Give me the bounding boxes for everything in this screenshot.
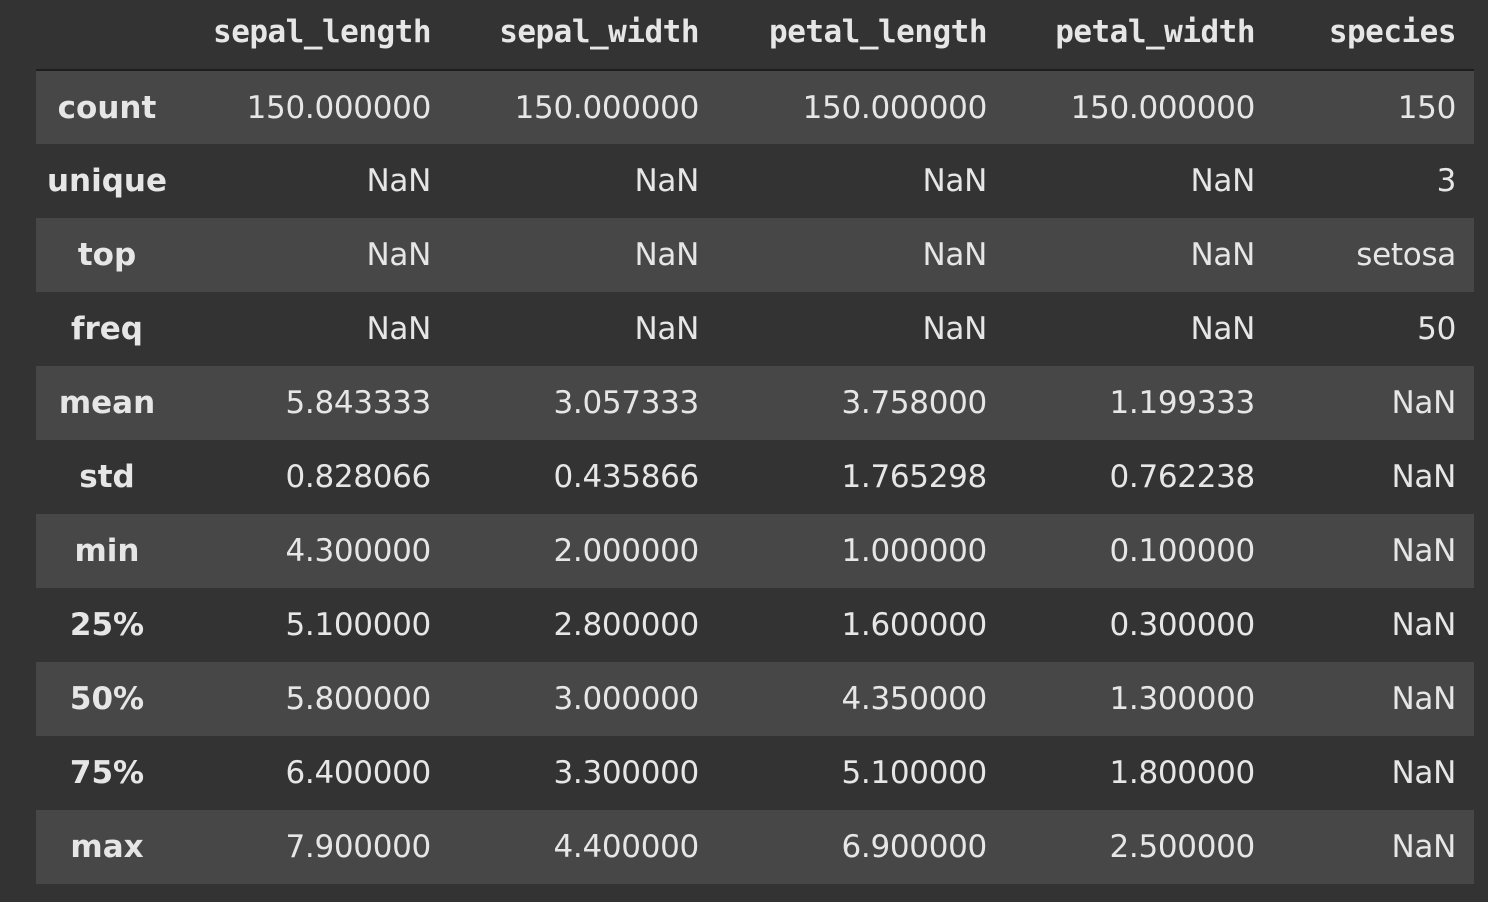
table-cell: NaN xyxy=(634,237,700,273)
table-cell: 5.100000 xyxy=(841,755,987,791)
column-header: petal_width xyxy=(1005,0,1273,71)
row-index-label: top xyxy=(77,237,137,273)
table-cell: 2.800000 xyxy=(553,607,699,643)
column-header: species xyxy=(1273,0,1474,71)
column-header: petal_length xyxy=(717,0,1005,71)
table-cell: 0.100000 xyxy=(1109,533,1255,569)
table-cell: NaN xyxy=(634,163,700,199)
table-cell: NaN xyxy=(922,311,988,347)
table-cell: 1.800000 xyxy=(1109,755,1255,791)
table-row: top NaN NaN NaN NaN setosa xyxy=(36,218,1474,292)
table-cell: NaN xyxy=(1391,829,1457,865)
column-header: sepal_length xyxy=(178,0,449,71)
row-index-label: 25% xyxy=(69,607,145,643)
table-cell: NaN xyxy=(1391,459,1457,495)
table-cell: NaN xyxy=(1391,533,1457,569)
table-cell: 5.843333 xyxy=(285,385,431,421)
table-cell: NaN xyxy=(1190,237,1256,273)
table-cell: 150.000000 xyxy=(514,89,700,126)
table-cell: 2.500000 xyxy=(1109,829,1255,865)
table-header: sepal_length sepal_width petal_length pe… xyxy=(36,0,1474,71)
table-cell: NaN xyxy=(922,237,988,273)
table-cell: NaN xyxy=(634,311,700,347)
table-cell: NaN xyxy=(922,163,988,199)
table-cell: NaN xyxy=(1391,755,1457,791)
table-cell: 4.350000 xyxy=(841,681,987,717)
row-index-label: std xyxy=(79,459,135,495)
table-cell: 3.758000 xyxy=(841,385,987,421)
table-cell: NaN xyxy=(366,311,432,347)
table-body: count 150.000000 150.000000 150.000000 150.0… xyxy=(36,70,1474,884)
index-header-cell xyxy=(36,0,178,71)
table-cell: 3 xyxy=(1436,163,1457,199)
table-cell: NaN xyxy=(1391,385,1457,421)
table-cell: 1.600000 xyxy=(841,607,987,643)
table-cell: 0.435866 xyxy=(553,459,699,495)
table-cell: 150.000000 xyxy=(1070,89,1256,126)
dataframe-describe-table: sepal_length sepal_width petal_length pe… xyxy=(36,0,1474,884)
notebook-output-area: sepal_length sepal_width petal_length pe… xyxy=(0,0,1488,902)
table-cell: 3.300000 xyxy=(553,755,699,791)
table-cell: 6.900000 xyxy=(841,829,987,865)
table-cell: 1.199333 xyxy=(1109,385,1255,421)
table-cell: NaN xyxy=(366,163,432,199)
table-cell: 3.057333 xyxy=(553,385,699,421)
table-cell: 4.300000 xyxy=(285,533,431,569)
table-cell: 7.900000 xyxy=(285,829,431,865)
table-cell: setosa xyxy=(1356,237,1456,273)
row-index-label: mean xyxy=(58,385,156,421)
table-cell: 150.000000 xyxy=(802,89,988,126)
table-cell: 2.000000 xyxy=(553,533,699,569)
table-row: unique NaN NaN NaN NaN 3 xyxy=(36,144,1474,218)
table-cell: 5.100000 xyxy=(285,607,431,643)
table-row: min 4.300000 2.000000 1.000000 0.100000 NaN xyxy=(36,514,1474,588)
table-cell: 50 xyxy=(1417,311,1456,347)
table-row: 25% 5.100000 2.800000 1.600000 0.300000 NaN xyxy=(36,588,1474,662)
table-cell: NaN xyxy=(366,237,432,273)
column-header: sepal_width xyxy=(449,0,717,71)
table-cell: 0.828066 xyxy=(285,459,431,495)
table-cell: 0.300000 xyxy=(1109,607,1255,643)
table-cell: 6.400000 xyxy=(285,755,431,791)
row-index-label: max xyxy=(70,829,144,865)
row-index-label: min xyxy=(74,533,140,569)
row-index-label: count xyxy=(57,89,157,126)
table-cell: NaN xyxy=(1190,311,1256,347)
table-cell: 1.765298 xyxy=(841,459,987,495)
table-row: 50% 5.800000 3.000000 4.350000 1.300000 NaN xyxy=(36,662,1474,736)
table-cell: 150 xyxy=(1397,89,1457,126)
table-cell: 4.400000 xyxy=(553,829,699,865)
table-cell: NaN xyxy=(1391,607,1457,643)
header-row: sepal_length sepal_width petal_length pe… xyxy=(36,0,1474,71)
table-cell: 1.300000 xyxy=(1109,681,1255,717)
table-cell: 150.000000 xyxy=(246,89,432,126)
table-cell: 1.000000 xyxy=(841,533,987,569)
row-index-label: 50% xyxy=(69,681,145,717)
table-row: mean 5.843333 3.057333 3.758000 1.199333 NaN xyxy=(36,366,1474,440)
table-row: freq NaN NaN NaN NaN 50 xyxy=(36,292,1474,366)
row-index-label: unique xyxy=(46,163,168,199)
table-cell: NaN xyxy=(1190,163,1256,199)
table-cell: 3.000000 xyxy=(553,681,699,717)
table-cell: 5.800000 xyxy=(285,681,431,717)
table-cell: 0.762238 xyxy=(1109,459,1255,495)
row-index-label: 75% xyxy=(69,755,145,791)
row-index-label: freq xyxy=(71,311,143,347)
table-row: 75% 6.400000 3.300000 5.100000 1.800000 NaN xyxy=(36,736,1474,810)
table-row: count 150.000000 150.000000 150.000000 150.0… xyxy=(36,70,1474,144)
table-row: std 0.828066 0.435866 1.765298 0.762238 NaN xyxy=(36,440,1474,514)
table-row: max 7.900000 4.400000 6.900000 2.500000 NaN xyxy=(36,810,1474,884)
table-cell: NaN xyxy=(1391,681,1457,717)
